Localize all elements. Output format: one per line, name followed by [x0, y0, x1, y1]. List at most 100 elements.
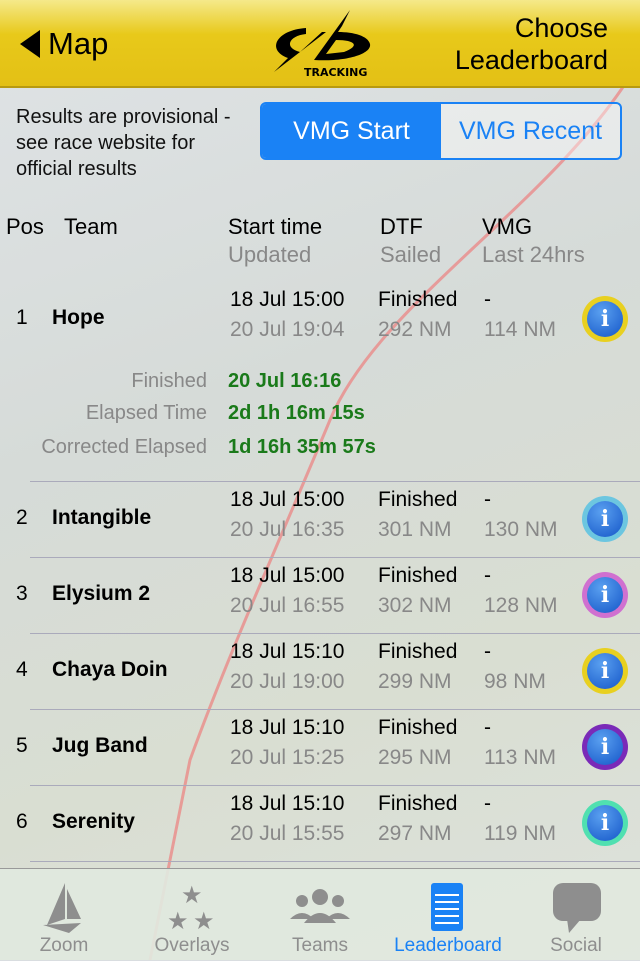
- start-time: 18 Jul 15:00: [230, 564, 345, 587]
- row-divider: [30, 861, 640, 862]
- team-name: Intangible: [52, 506, 152, 529]
- svg-text:TRACKING: TRACKING: [304, 66, 367, 79]
- info-button[interactable]: i: [582, 800, 628, 846]
- tab-overlays[interactable]: ★ ★ ★ Overlays: [128, 869, 256, 961]
- corrected-value: 1d 16h 35m 57s: [228, 436, 376, 458]
- vmg-segmented-control[interactable]: VMG Start VMG Recent: [260, 102, 622, 160]
- info-button[interactable]: i: [582, 296, 628, 342]
- choose-label: Choose: [514, 13, 608, 43]
- vmg-value: -: [484, 792, 491, 815]
- choose-leaderboard-button[interactable]: Choose Leaderboard: [455, 12, 608, 76]
- tab-leaderboard[interactable]: Leaderboard: [384, 869, 512, 961]
- dtf-value: Finished: [378, 288, 458, 311]
- tab-label: Zoom: [39, 935, 89, 956]
- last24-distance: 113 NM: [484, 746, 556, 769]
- tab-bar: Zoom ★ ★ ★ Overlays Teams Leaderboard Socia…: [0, 868, 640, 960]
- last24-distance: 128 NM: [484, 594, 558, 617]
- position: 3: [16, 582, 28, 605]
- finished-value: 20 Jul 16:16: [228, 370, 342, 392]
- info-icon: i: [587, 577, 623, 613]
- sailed-distance: 292 NM: [378, 318, 452, 341]
- vmg-value: -: [484, 488, 491, 511]
- position: 6: [16, 810, 28, 833]
- svg-text:★: ★: [181, 882, 203, 909]
- back-arrow-icon: [20, 30, 40, 58]
- vmg-value: -: [484, 288, 491, 311]
- leaderboard-row[interactable]: 4 Chaya Doin 18 Jul 15:10 20 Jul 19:00 Finis…: [0, 634, 640, 710]
- leaderboard-row[interactable]: 5 Jug Band 18 Jul 15:10 20 Jul 15:25 Finishe…: [0, 710, 640, 786]
- nav-header: Map TRACKING Choose Leaderboard: [0, 0, 640, 88]
- elapsed-label: Elapsed Time: [85, 402, 207, 424]
- back-to-map-button[interactable]: Map: [20, 26, 108, 62]
- info-button[interactable]: i: [582, 572, 628, 618]
- team-name: Serenity: [52, 810, 135, 833]
- last24-distance: 98 NM: [484, 670, 546, 693]
- tab-label: Leaderboard: [394, 935, 502, 956]
- leaderboard-row[interactable]: 6 Serenity 18 Jul 15:10 20 Jul 15:55 Finishe…: [0, 786, 640, 862]
- col-vmg: VMG: [482, 214, 533, 239]
- col-pos: Pos: [6, 214, 44, 239]
- notepad-icon: [431, 883, 463, 931]
- last24-distance: 130 NM: [484, 518, 558, 541]
- last24-distance: 114 NM: [484, 318, 556, 341]
- start-time: 18 Jul 15:00: [230, 488, 345, 511]
- leaderboard-row[interactable]: 2 Intangible 18 Jul 15:00 20 Jul 16:35 Finis…: [0, 482, 640, 558]
- stars-icon: ★★ ★: [167, 882, 215, 935]
- dtf-value: Finished: [378, 792, 458, 815]
- tab-social[interactable]: Social: [512, 869, 640, 961]
- col-last24: Last 24hrs: [482, 242, 585, 267]
- start-time: 18 Jul 15:10: [230, 716, 345, 739]
- team-name: Elysium 2: [52, 582, 151, 605]
- vmg-recent-segment[interactable]: VMG Recent: [441, 104, 620, 158]
- elapsed-value: 2d 1h 16m 15s: [228, 402, 365, 424]
- svg-text:★: ★: [167, 908, 189, 935]
- info-icon: i: [587, 729, 623, 765]
- dtf-value: Finished: [378, 640, 458, 663]
- leaderboard-label: Leaderboard: [454, 45, 608, 75]
- provisional-notice: Results are provisional - see race websi…: [16, 106, 231, 180]
- team-name: Jug Band: [52, 734, 148, 757]
- speech-bubble-icon: [553, 883, 601, 933]
- sailed-distance: 297 NM: [378, 822, 452, 845]
- updated-time: 20 Jul 16:35: [230, 518, 345, 541]
- updated-time: 20 Jul 15:55: [230, 822, 345, 845]
- tab-label: Social: [550, 935, 602, 956]
- col-sailed: Sailed: [380, 242, 442, 267]
- col-dtf: DTF: [380, 214, 423, 239]
- dtf-value: Finished: [378, 488, 458, 511]
- dtf-value: Finished: [378, 564, 458, 587]
- tab-teams[interactable]: Teams: [256, 869, 384, 961]
- yb-tracking-logo: TRACKING: [274, 10, 371, 79]
- back-label: Map: [48, 26, 109, 61]
- position: 2: [16, 506, 28, 529]
- leaderboard-row[interactable]: 3 Elysium 2 18 Jul 15:00 20 Jul 16:55 Finish…: [0, 558, 640, 634]
- team-name: Chaya Doin: [52, 658, 168, 681]
- start-time: 18 Jul 15:10: [230, 792, 345, 815]
- start-time: 18 Jul 15:10: [230, 640, 345, 663]
- finished-label: Finished: [131, 370, 207, 392]
- sailboat-icon: [43, 883, 81, 933]
- tab-zoom[interactable]: Zoom: [0, 869, 128, 961]
- vmg-value: -: [484, 564, 491, 587]
- tab-label: Teams: [292, 935, 348, 956]
- info-button[interactable]: i: [582, 496, 628, 542]
- col-updated: Updated: [228, 242, 312, 267]
- info-icon: i: [587, 805, 623, 841]
- start-time: 18 Jul 15:00: [230, 288, 345, 311]
- info-icon: i: [587, 653, 623, 689]
- info-button[interactable]: i: [582, 648, 628, 694]
- updated-time: 20 Jul 15:25: [230, 746, 345, 769]
- info-icon: i: [587, 301, 623, 337]
- sailed-distance: 295 NM: [378, 746, 452, 769]
- sailed-distance: 301 NM: [378, 518, 452, 541]
- updated-time: 20 Jul 16:55: [230, 594, 345, 617]
- sailed-distance: 299 NM: [378, 670, 452, 693]
- info-button[interactable]: i: [582, 724, 628, 770]
- people-icon: [290, 889, 350, 923]
- updated-time: 20 Jul 19:00: [230, 670, 345, 693]
- sailed-distance: 302 NM: [378, 594, 452, 617]
- tab-label: Overlays: [154, 935, 230, 956]
- vmg-value: -: [484, 716, 491, 739]
- vmg-start-segment[interactable]: VMG Start: [262, 104, 441, 158]
- col-team: Team: [64, 214, 118, 239]
